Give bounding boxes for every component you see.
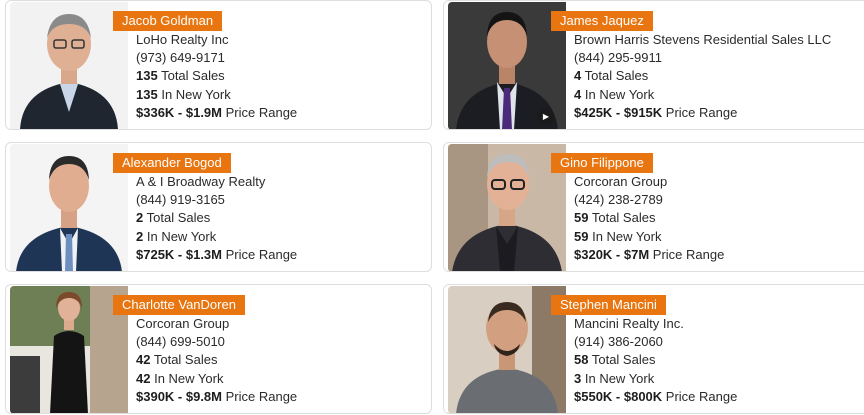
agent-phone[interactable]: (914) 386-2060 (574, 333, 737, 351)
agent-info: Mancini Realty Inc. (914) 386-2060 58 To… (574, 315, 737, 406)
price-range: $425K - $915K Price Range (574, 104, 738, 120)
portrait-photo-icon (10, 144, 128, 271)
portrait-photo-icon (10, 2, 128, 129)
price-range: $336K - $1.9M Price Range (136, 104, 298, 120)
agent-phone[interactable]: (973) 649-9171 (136, 49, 297, 67)
agency-name: Mancini Realty Inc. (574, 316, 684, 331)
local-sales: 3 In New York (574, 370, 655, 386)
local-sales: 4 In New York (574, 86, 655, 102)
agent-info: Corcoran Group (844) 699-5010 42 Total S… (136, 315, 297, 406)
agent-name[interactable]: James Jaquez (551, 11, 653, 31)
total-sales: 58 Total Sales (574, 352, 656, 368)
agent-card-charlotte-vandoren[interactable]: Charlotte VanDoren Corcoran Group (844) … (5, 284, 432, 414)
local-sales: 2 In New York (136, 228, 217, 244)
total-sales: 4 Total Sales (574, 68, 649, 84)
agent-name[interactable]: Jacob Goldman (113, 11, 223, 31)
agency-name: Brown Harris Stevens Residential Sales L… (574, 32, 832, 47)
price-range: $725K - $1.3M Price Range (136, 246, 298, 262)
portrait-photo-icon (448, 144, 566, 271)
agency-name: Corcoran Group (574, 174, 668, 189)
agency-name: A & I Broadway Realty (136, 174, 266, 189)
portrait-photo-icon (10, 286, 128, 413)
price-range: $320K - $7M Price Range (574, 246, 725, 262)
agent-photo[interactable] (448, 144, 566, 271)
agent-info: A & I Broadway Realty (844) 919-3165 2 T… (136, 173, 297, 264)
agent-info: Corcoran Group (424) 238-2789 59 Total S… (574, 173, 724, 264)
total-sales: 135 Total Sales (136, 68, 225, 84)
agent-phone[interactable]: (844) 919-3165 (136, 191, 297, 209)
price-range: $550K - $800K Price Range (574, 388, 738, 404)
agent-card-jacob-goldman[interactable]: Jacob Goldman LoHo Realty Inc (973) 649-… (5, 0, 432, 130)
local-sales: 42 In New York (136, 370, 224, 386)
agent-phone[interactable]: (844) 295-9911 (574, 49, 831, 67)
agent-phone[interactable]: (844) 699-5010 (136, 333, 297, 351)
agent-photo[interactable] (10, 144, 128, 271)
total-sales: 2 Total Sales (136, 210, 211, 226)
local-sales: 135 In New York (136, 86, 231, 102)
total-sales: 42 Total Sales (136, 352, 218, 368)
agent-card-james-jaquez[interactable]: ▶ James Jaquez Brown Harris Stevens Resi… (443, 0, 864, 130)
agent-name[interactable]: Gino Filippone (551, 153, 653, 173)
price-range: $390K - $9.8M Price Range (136, 388, 298, 404)
agent-card-stephen-mancini[interactable]: Stephen Mancini Mancini Realty Inc. (914… (443, 284, 864, 414)
agency-name: Corcoran Group (136, 316, 230, 331)
agent-name[interactable]: Charlotte VanDoren (113, 295, 245, 315)
agent-name[interactable]: Alexander Bogod (113, 153, 231, 173)
agent-info: Brown Harris Stevens Residential Sales L… (574, 31, 831, 122)
agency-name: LoHo Realty Inc (136, 32, 229, 47)
agent-phone[interactable]: (424) 238-2789 (574, 191, 724, 209)
agent-card-gino-filippone[interactable]: Gino Filippone Corcoran Group (424) 238-… (443, 142, 864, 272)
local-sales: 59 In New York (574, 228, 662, 244)
portrait-photo-icon (448, 286, 566, 413)
agent-card-alexander-bogod[interactable]: Alexander Bogod A & I Broadway Realty (8… (5, 142, 432, 272)
agent-name[interactable]: Stephen Mancini (551, 295, 666, 315)
agent-info: LoHo Realty Inc (973) 649-9171 135 Total… (136, 31, 297, 122)
play-icon[interactable]: ▶ (538, 109, 554, 125)
total-sales: 59 Total Sales (574, 210, 656, 226)
agent-photo[interactable] (448, 286, 566, 413)
agent-photo[interactable] (10, 286, 128, 413)
agent-photo[interactable] (10, 2, 128, 129)
